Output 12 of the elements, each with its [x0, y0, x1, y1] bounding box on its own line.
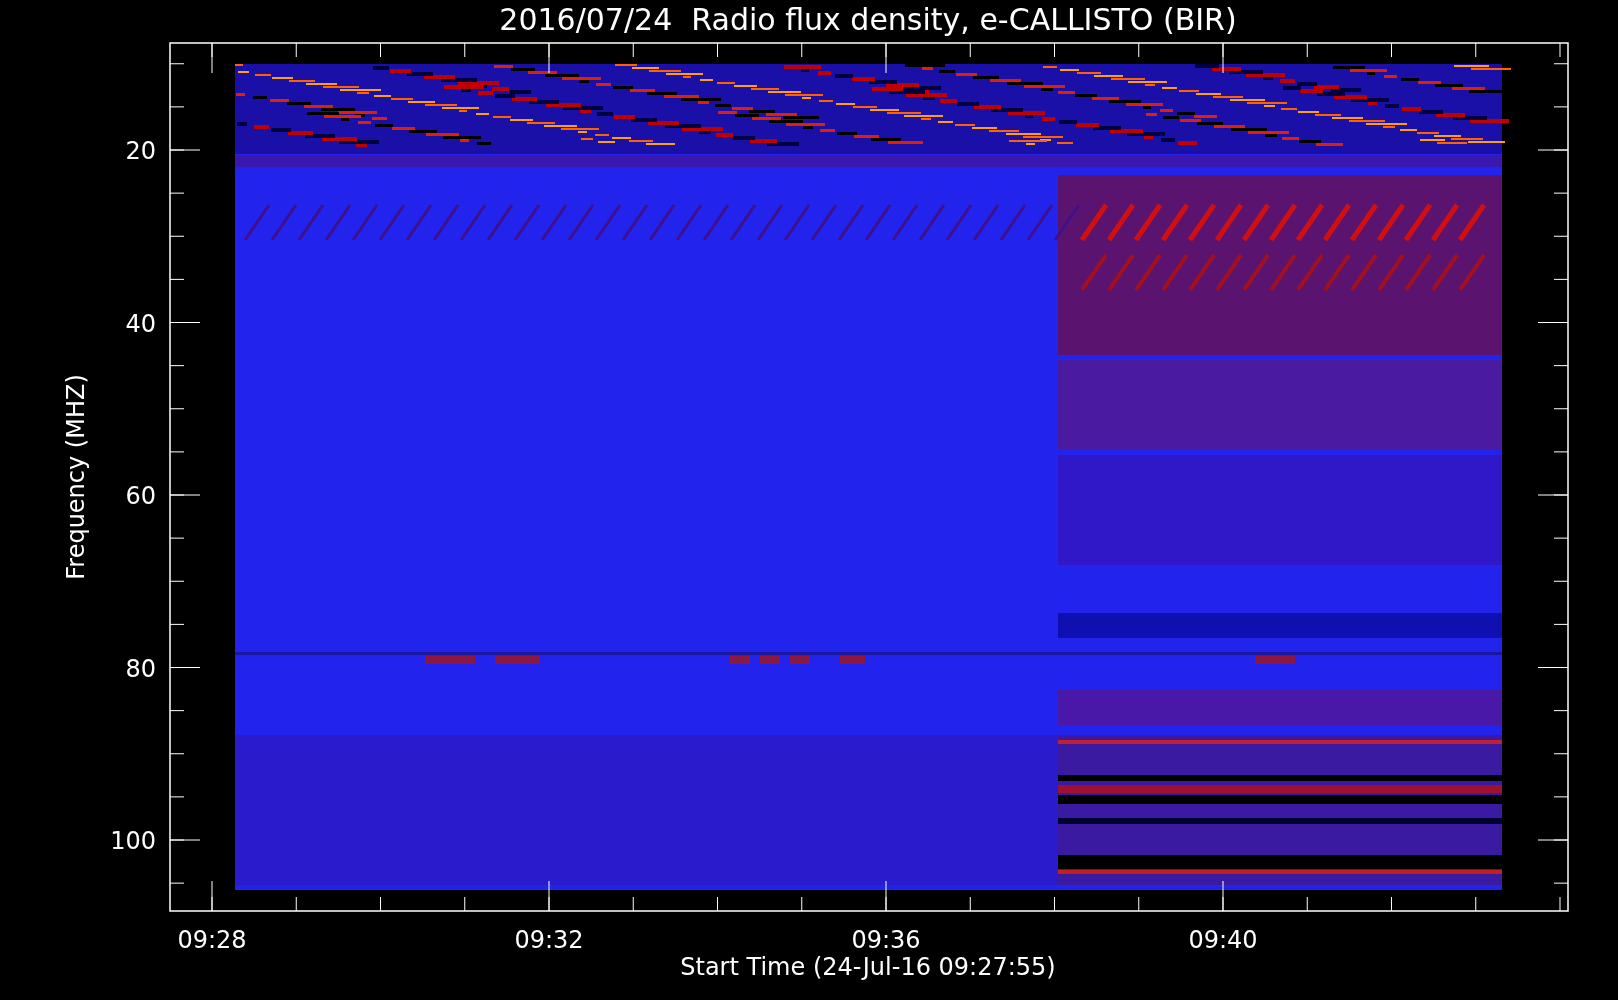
- y-tick-label: 40: [125, 309, 156, 338]
- y-tick-label: 60: [125, 482, 156, 510]
- y-tick-label: 100: [110, 827, 156, 855]
- x-tick-label: 09:32: [514, 926, 584, 954]
- x-axis-label: Start Time (24-Jul-16 09:27:55): [680, 953, 1056, 981]
- y-tick-label: 20: [125, 137, 156, 165]
- y-tick-label: 80: [125, 654, 156, 683]
- chart-title: 2016/07/24 Radio flux density, e-CALLISTO (BIR): [499, 2, 1237, 37]
- x-tick-label: 09:40: [1188, 926, 1258, 954]
- x-tick-label: 09:28: [177, 926, 247, 954]
- y-axis-label: Frequency (MHZ): [62, 374, 90, 580]
- x-tick-label: 09:36: [851, 926, 921, 954]
